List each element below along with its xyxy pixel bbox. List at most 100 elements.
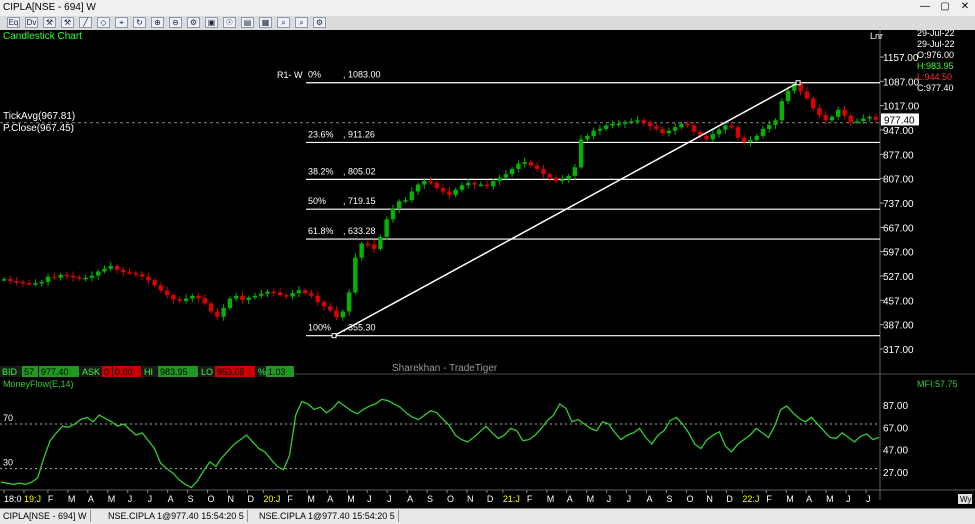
candle: [541, 168, 546, 175]
candle: [246, 297, 251, 300]
x-tick-label: A: [806, 494, 812, 504]
candle: [484, 184, 490, 187]
fib-label: R1- W: [277, 70, 303, 80]
candle: [340, 311, 345, 318]
candle: [422, 181, 427, 185]
candle: [873, 116, 879, 120]
candle: [196, 295, 201, 299]
settings-icon[interactable]: ▤: [241, 17, 254, 28]
candle: [735, 127, 741, 138]
pin-icon[interactable]: ⚒: [61, 17, 74, 28]
indicator-ref-label: 30: [3, 458, 13, 468]
maximize-button[interactable]: ▢: [938, 1, 952, 12]
candle: [478, 184, 483, 187]
quote-value: 1.03: [268, 367, 286, 377]
candle: [397, 201, 402, 209]
quote-label: HI: [144, 367, 153, 377]
candle: [447, 191, 452, 196]
x-tick-label: F: [48, 494, 54, 504]
indicator-value-label: MFI:57.75: [917, 379, 958, 389]
fib-level-pct: 61.8%: [308, 226, 334, 236]
x-tick-label: M: [587, 494, 595, 504]
candle: [359, 243, 364, 258]
settings-icon[interactable]: ⚙: [187, 17, 200, 28]
minimize-button[interactable]: —: [918, 1, 932, 12]
status-bar: CIPLA[NSE - 694] W NSE.CIPLA 1@977.40 15…: [0, 508, 975, 524]
x-tick-label: O: [208, 494, 215, 504]
candle: [472, 182, 477, 185]
candle: [139, 274, 145, 277]
candle: [466, 182, 471, 186]
candle: [39, 281, 44, 284]
draw-line-icon[interactable]: ╱: [79, 17, 92, 28]
candle: [52, 276, 57, 279]
candle: [491, 181, 496, 187]
candle: [334, 310, 339, 318]
zoom-icon[interactable]: ⊖: [169, 17, 182, 28]
settings-icon[interactable]: ⚙: [313, 17, 326, 28]
x-tick-label: S: [427, 494, 433, 504]
watermark: Sharekhan - TradeTiger: [392, 363, 498, 374]
candle: [597, 128, 603, 131]
candle: [572, 167, 578, 176]
candle: [622, 122, 628, 124]
candle: [754, 135, 759, 141]
candle: [585, 135, 590, 140]
refresh-icon[interactable]: ↻: [133, 17, 146, 28]
date-label: 29-Jul-22: [917, 39, 955, 49]
status-tab-trade[interactable]: NSE.CIPLA 1@977.40 15:54:20 5: [105, 510, 248, 522]
candle: [152, 280, 157, 286]
candle: [779, 101, 784, 121]
pin-icon[interactable]: ⚒: [43, 17, 56, 28]
candle: [616, 123, 621, 126]
fib-level-value: , 633.28: [343, 226, 376, 236]
status-tab-chart[interactable]: CIPLA[NSE - 694] W: [0, 510, 91, 522]
settings-icon[interactable]: ▣: [205, 17, 218, 28]
candle: [409, 191, 414, 201]
x-tick-label: J: [866, 494, 871, 504]
candle: [70, 275, 76, 278]
draw-tool-icon[interactable]: ◇: [97, 17, 110, 28]
y-tick-label: 947.00: [883, 126, 914, 137]
zoom-icon[interactable]: ⌕: [277, 17, 290, 28]
candle: [296, 290, 302, 294]
candle: [290, 293, 295, 297]
candle: [33, 283, 38, 285]
candle: [610, 123, 615, 126]
candle: [208, 303, 214, 312]
candle: [459, 185, 465, 190]
x-tick-label: M: [826, 494, 834, 504]
candle: [672, 127, 678, 131]
candle: [8, 279, 13, 282]
quote-value: 57: [24, 367, 34, 377]
x-tick-label: D: [726, 494, 733, 504]
close-button[interactable]: ✕: [958, 1, 972, 12]
y-tick-label: 1087.00: [883, 77, 920, 88]
easy-order-icon[interactable]: Dv: [25, 17, 38, 28]
candle: [221, 307, 226, 317]
y-tick-label: 1017.00: [883, 102, 920, 113]
x-tick-label: O: [447, 494, 454, 504]
zoom-icon[interactable]: ⊕: [151, 17, 164, 28]
zoom-icon[interactable]: ⌕: [295, 17, 308, 28]
draw-tool-icon[interactable]: ⌖: [115, 17, 128, 28]
x-tick-label: A: [168, 494, 174, 504]
candle: [629, 121, 634, 123]
x-tick-label: N: [228, 494, 235, 504]
quote-label: LO: [201, 367, 213, 377]
x-tick-label: S: [188, 494, 194, 504]
x-tick-label: 22:J: [742, 494, 759, 504]
candle: [371, 244, 377, 249]
easy-order-icon[interactable]: Eq: [7, 17, 20, 28]
candle: [509, 168, 515, 175]
settings-icon[interactable]: ☉: [223, 17, 236, 28]
x-tick-label: O: [686, 494, 693, 504]
candle: [635, 120, 640, 122]
candle: [660, 128, 665, 134]
candle: [516, 163, 521, 169]
settings-icon[interactable]: ▦: [259, 17, 272, 28]
status-tab-trade[interactable]: NSE.CIPLA 1@977.40 15:54:20 5: [256, 510, 399, 522]
candle: [227, 298, 233, 308]
indicator-y-tick: 47.00: [883, 446, 908, 457]
quote-value: 0.00: [115, 367, 133, 377]
